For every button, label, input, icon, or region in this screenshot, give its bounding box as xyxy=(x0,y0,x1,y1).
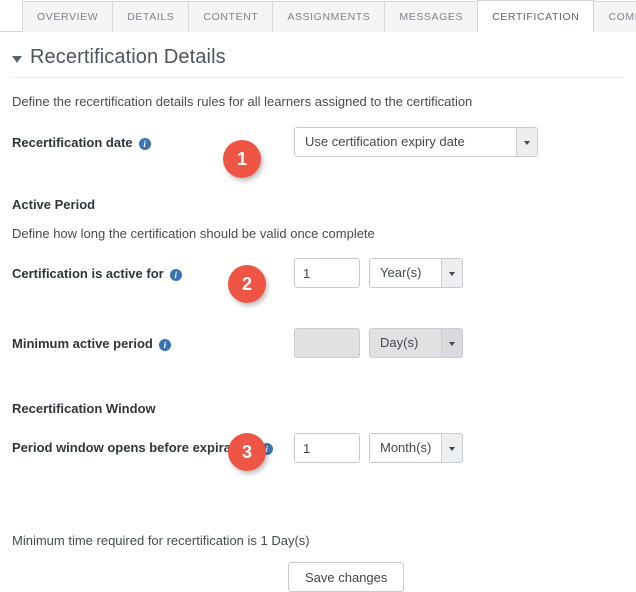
minimum-active-period-unit-value: Day(s) xyxy=(380,335,419,350)
recertification-date-label-text: Recertification date xyxy=(12,134,133,150)
section-description: Define the recertification details rules… xyxy=(12,94,473,109)
save-button-bar: Save changes xyxy=(12,562,624,592)
recertification-date-row: Recertification date i Use certification … xyxy=(12,127,624,157)
tab-label: COMPLETION xyxy=(608,11,636,23)
chevron-down-icon[interactable] xyxy=(441,259,462,287)
chevron-down-icon[interactable] xyxy=(441,434,462,462)
tab-label: CONTENT xyxy=(203,11,259,23)
recertification-window-label-text: Period window opens before expiration xyxy=(12,440,255,455)
tab-label: CERTIFICATION xyxy=(492,11,580,23)
tab-messages[interactable]: MESSAGES xyxy=(384,1,479,32)
save-changes-button[interactable]: Save changes xyxy=(288,562,405,592)
chevron-down-icon[interactable] xyxy=(516,128,537,156)
certification-active-for-row: Certification is active for i Year(s) xyxy=(12,258,624,288)
recertification-window-unit-select[interactable]: Month(s) xyxy=(369,433,463,463)
minimum-active-period-row: Minimum active period i Day(s) xyxy=(12,328,624,358)
active-period-description: Define how long the certification should… xyxy=(12,226,375,241)
recertification-window-heading: Recertification Window xyxy=(12,401,156,416)
info-icon[interactable]: i xyxy=(169,268,182,281)
minimum-active-period-unit-select[interactable]: Day(s) xyxy=(369,328,463,358)
minimum-time-note: Minimum time required for recertificatio… xyxy=(12,533,310,548)
page-title: Recertification Details xyxy=(30,46,226,68)
tab-certification[interactable]: CERTIFICATION xyxy=(477,0,595,32)
tab-assignments[interactable]: ASSIGNMENTS xyxy=(272,1,386,32)
callout-badge-1[interactable]: 1 xyxy=(223,140,261,178)
minimum-active-period-input[interactable] xyxy=(294,328,360,358)
recertification-date-select-value: Use certification expiry date xyxy=(305,134,465,149)
section-header: Recertification Details xyxy=(12,32,624,78)
active-period-heading: Active Period xyxy=(12,197,96,212)
tab-completion[interactable]: COMPLETION xyxy=(593,1,636,32)
tab-details[interactable]: DETAILS xyxy=(112,1,190,32)
certification-active-for-label-text: Certification is active for xyxy=(12,265,164,281)
tab-bar: OVERVIEW DETAILS CONTENT ASSIGNMENTS MES… xyxy=(0,0,636,32)
info-icon[interactable]: i xyxy=(138,137,151,150)
certification-active-for-unit-value: Year(s) xyxy=(380,265,422,280)
info-icon[interactable]: i xyxy=(158,338,171,351)
recertification-window-row: Period window opens before expirationi M… xyxy=(12,433,624,463)
tab-label: ASSIGNMENTS xyxy=(287,11,371,23)
tab-label: MESSAGES xyxy=(399,11,464,23)
recertification-window-input[interactable] xyxy=(294,433,360,463)
tab-overview[interactable]: OVERVIEW xyxy=(22,1,114,32)
callout-badge-2[interactable]: 2 xyxy=(228,265,266,303)
tab-content[interactable]: CONTENT xyxy=(188,1,274,32)
minimum-active-period-label: Minimum active period i xyxy=(12,335,294,352)
certification-active-for-unit-select[interactable]: Year(s) xyxy=(369,258,463,288)
tab-label: DETAILS xyxy=(127,11,175,23)
minimum-active-period-label-text: Minimum active period xyxy=(12,335,153,351)
chevron-down-icon[interactable] xyxy=(441,329,462,357)
certification-active-for-input[interactable] xyxy=(294,258,360,288)
callout-badge-3[interactable]: 3 xyxy=(228,433,266,471)
collapse-caret-icon[interactable] xyxy=(12,55,22,63)
certification-panel: Recertification Details Define the recer… xyxy=(0,32,636,592)
tab-label: OVERVIEW xyxy=(37,11,99,23)
recertification-window-unit-value: Month(s) xyxy=(380,440,432,455)
recertification-date-select[interactable]: Use certification expiry date xyxy=(294,127,538,157)
